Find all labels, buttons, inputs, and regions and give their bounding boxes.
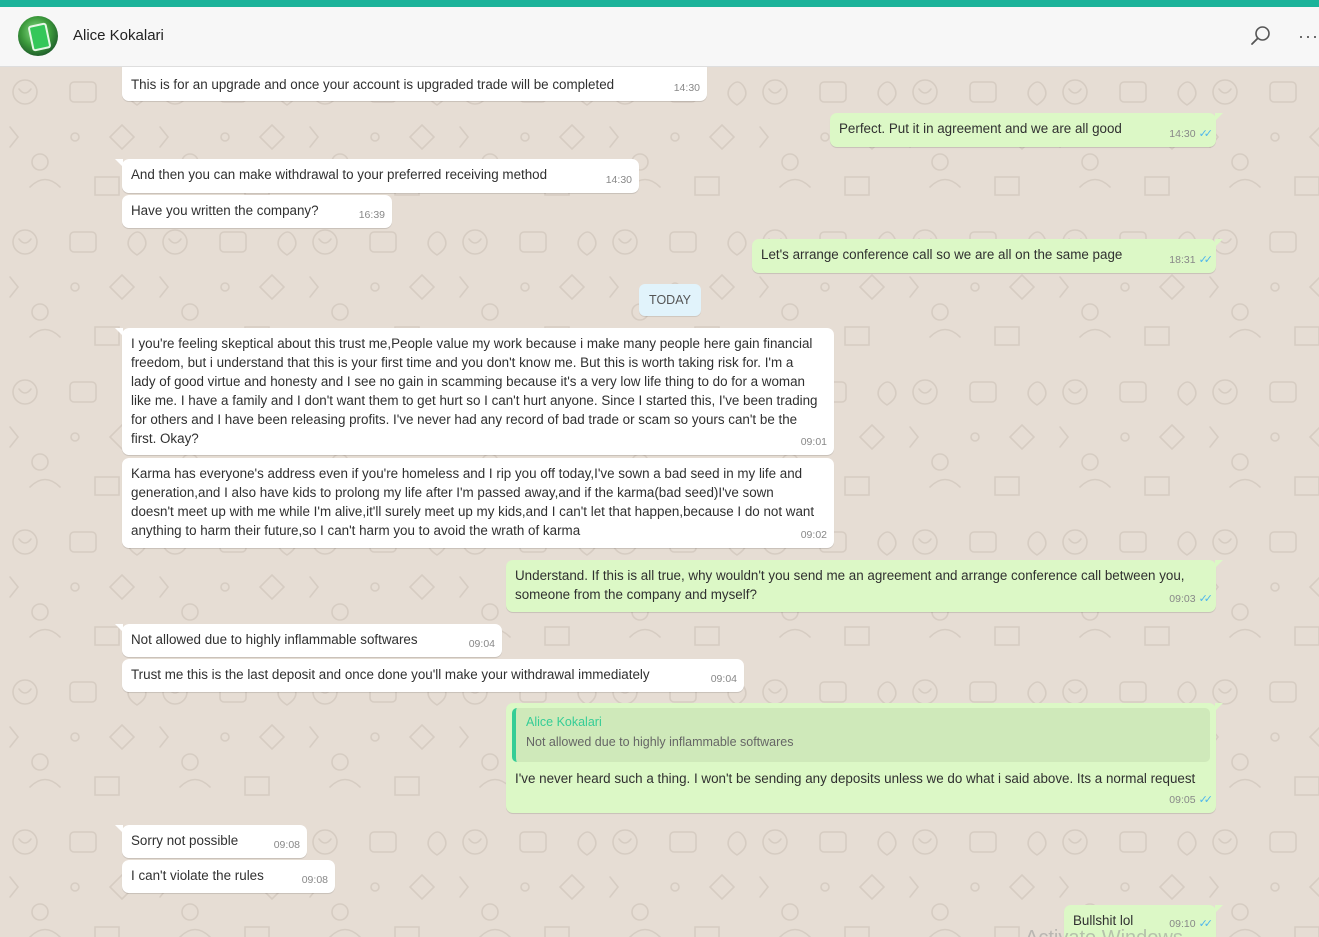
message-bubble[interactable]: And then you can make withdrawal to your… — [115, 159, 639, 193]
message-text: Let's arrange conference call so we are … — [761, 247, 1123, 262]
message-bubble[interactable]: Have you written the company? 16:39 — [122, 195, 392, 228]
quoted-message-author: Alice Kokalari — [526, 715, 602, 729]
message-bubble[interactable]: Alice Kokalari Not allowed due to highly… — [506, 703, 1223, 813]
message-bubble[interactable]: This is for an upgrade and once your acc… — [122, 67, 707, 101]
message-bubble[interactable]: Let's arrange conference call so we are … — [752, 239, 1223, 273]
message-time: 16:39 — [358, 209, 385, 221]
avatar[interactable] — [18, 16, 58, 56]
message-bubble[interactable]: Karma has everyone's address even if you… — [122, 458, 834, 548]
message-time: 09:08 — [301, 874, 328, 886]
read-receipt-icon: ✓✓ — [1198, 128, 1214, 140]
message-text: I've never heard such a thing. I won't b… — [515, 771, 1196, 786]
message-text: Karma has everyone's address even if you… — [131, 466, 815, 538]
message-text: And then you can make withdrawal to your… — [131, 167, 548, 182]
message-bubble[interactable]: Perfect. Put it in agreement and we are … — [830, 113, 1223, 147]
message-text: Understand. If this is all true, why wou… — [515, 568, 1185, 602]
message-time: 09:01 — [800, 436, 827, 448]
message-bubble[interactable]: Trust me this is the last deposit and on… — [122, 659, 744, 692]
message-text: Have you written the company? — [131, 203, 319, 218]
read-receipt-icon: ✓✓ — [1198, 918, 1214, 930]
read-receipt-icon: ✓✓ — [1198, 254, 1214, 266]
message-pane[interactable]: This is for an upgrade and once your acc… — [0, 67, 1319, 937]
date-divider: TODAY — [639, 284, 701, 316]
chat-header: Alice Kokalari ··· — [0, 7, 1319, 67]
more-options-icon[interactable]: ··· — [1298, 25, 1319, 47]
message-text: Trust me this is the last deposit and on… — [131, 667, 650, 682]
message-bubble[interactable]: Understand. If this is all true, why wou… — [506, 560, 1223, 612]
message-time: 09:02 — [800, 529, 827, 541]
message-time: 09:05 ✓✓ — [1169, 794, 1214, 806]
message-time: 14:30 — [605, 174, 632, 186]
message-bubble[interactable]: Sorry not possible 09:08 — [115, 825, 307, 858]
message-text: I can't violate the rules — [131, 868, 264, 883]
quoted-message-text: Not allowed due to highly inflammable so… — [526, 735, 794, 749]
message-text: Perfect. Put it in agreement and we are … — [839, 121, 1122, 136]
activation-watermark: Activate Windows — [1025, 927, 1183, 937]
read-receipt-icon: ✓✓ — [1198, 794, 1214, 806]
message-time: 09:04 — [468, 638, 495, 650]
quoted-message[interactable]: Alice Kokalari Not allowed due to highly… — [512, 708, 1210, 762]
message-time: 18:31 ✓✓ — [1169, 254, 1214, 266]
message-bubble[interactable]: I you're feeling skeptical about this tr… — [115, 328, 834, 455]
window-accent-bar — [0, 0, 1319, 7]
message-time: 09:04 — [710, 673, 737, 685]
contact-name[interactable]: Alice Kokalari — [73, 27, 164, 44]
message-text: Not allowed due to highly inflammable so… — [131, 632, 418, 647]
message-time: 14:30 — [673, 82, 700, 94]
message-bubble[interactable]: I can't violate the rules 09:08 — [122, 860, 335, 893]
message-time: 14:30 ✓✓ — [1169, 128, 1214, 140]
message-text: This is for an upgrade and once your acc… — [131, 77, 615, 92]
message-text: I you're feeling skeptical about this tr… — [131, 336, 818, 446]
message-time: 09:08 — [273, 839, 300, 851]
read-receipt-icon: ✓✓ — [1198, 593, 1214, 605]
message-time: 09:03 ✓✓ — [1169, 593, 1214, 605]
search-icon[interactable] — [1250, 25, 1272, 47]
message-bubble[interactable]: Not allowed due to highly inflammable so… — [115, 624, 502, 657]
